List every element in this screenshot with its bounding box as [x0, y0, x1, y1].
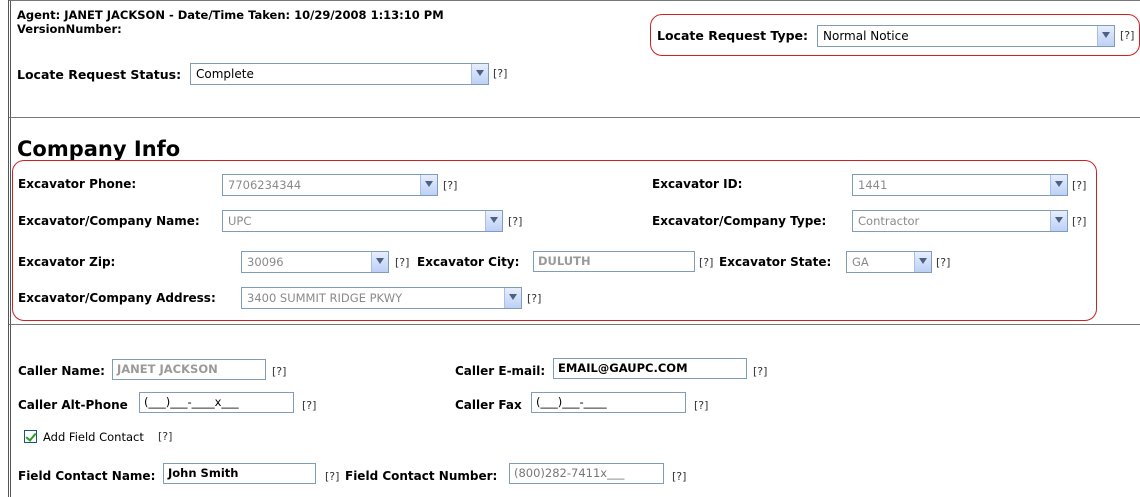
version-number-label: VersionNumber: [17, 22, 122, 36]
locate-request-type-label: Locate Request Type: [657, 28, 809, 43]
chevron-down-icon[interactable] [504, 288, 521, 308]
help-link[interactable]: [?] [325, 470, 339, 483]
help-link[interactable]: [?] [272, 365, 286, 378]
help-link[interactable]: [?] [936, 256, 950, 269]
excavator-state-select[interactable]: GA [846, 251, 932, 273]
locate-request-status-label: Locate Request Status: [17, 67, 182, 82]
caller-fax-input[interactable]: (___)___-____ [531, 392, 686, 413]
help-link[interactable]: [?] [1120, 29, 1134, 42]
locate-request-status-value: Complete [196, 67, 254, 81]
help-link[interactable]: [?] [672, 470, 686, 483]
company-type-value: Contractor [858, 214, 920, 228]
excavator-zip-label: Excavator Zip: [18, 255, 116, 269]
help-link[interactable]: [?] [508, 215, 522, 228]
caller-name-input[interactable]: JANET JACKSON [112, 359, 266, 380]
excavator-phone-value: 7706234344 [228, 178, 302, 192]
field-contact-name-input[interactable]: John Smith [163, 463, 316, 484]
help-link[interactable]: [?] [753, 365, 767, 378]
excavator-zip-select[interactable]: 30096 [241, 251, 389, 273]
divider-company [9, 324, 1140, 325]
caller-name-label: Caller Name: [18, 364, 105, 378]
chevron-down-icon[interactable] [1097, 26, 1114, 46]
company-type-select[interactable]: Contractor [852, 210, 1068, 232]
add-field-contact-checkbox[interactable] [24, 430, 37, 443]
excavator-city-label: Excavator City: [417, 255, 520, 269]
chevron-down-icon[interactable] [1050, 175, 1067, 195]
caller-fax-label: Caller Fax [455, 398, 522, 412]
help-link[interactable]: [?] [527, 292, 541, 305]
excavator-id-value: 1441 [858, 178, 888, 192]
company-type-label: Excavator/Company Type: [652, 214, 827, 228]
chevron-down-icon[interactable] [371, 252, 388, 272]
excavator-state-label: Excavator State: [719, 255, 832, 269]
agent-info: Agent: JANET JACKSON - Date/Time Taken: … [17, 8, 444, 22]
field-contact-name-label: Field Contact Name: [18, 469, 156, 483]
help-link[interactable]: [?] [443, 179, 457, 192]
excavator-zip-value: 30096 [247, 255, 284, 269]
chevron-down-icon[interactable] [1050, 211, 1067, 231]
excavator-city-input[interactable]: DULUTH [533, 251, 695, 272]
excavator-phone-select[interactable]: 7706234344 [222, 174, 438, 196]
excavator-id-label: Excavator ID: [652, 177, 743, 191]
company-address-value: 3400 SUMMIT RIDGE PKWY [247, 291, 403, 305]
help-link[interactable]: [?] [1072, 215, 1086, 228]
company-name-select[interactable]: UPC [222, 210, 503, 232]
help-link[interactable]: [?] [694, 399, 708, 412]
field-contact-number-label: Field Contact Number: [345, 469, 498, 483]
chevron-down-icon[interactable] [420, 175, 437, 195]
excavator-state-value: GA [852, 255, 869, 269]
chevron-down-icon[interactable] [485, 211, 502, 231]
company-address-select[interactable]: 3400 SUMMIT RIDGE PKWY [241, 287, 522, 309]
company-name-value: UPC [228, 214, 252, 228]
divider-header [9, 117, 1140, 118]
help-link[interactable]: [?] [302, 399, 316, 412]
chevron-down-icon[interactable] [471, 64, 488, 84]
help-link[interactable]: [?] [493, 67, 507, 80]
caller-alt-phone-label: Caller Alt-Phone [18, 398, 128, 412]
caller-email-label: Caller E-mail: [455, 364, 546, 378]
caller-email-input[interactable]: EMAIL@GAUPC.COM [553, 358, 747, 379]
field-contact-number-input[interactable]: (800)282-7411x___ [509, 463, 664, 484]
add-field-contact-label: Add Field Contact [43, 430, 144, 444]
help-link[interactable]: [?] [158, 430, 172, 443]
top-border [9, 0, 1140, 1]
company-name-label: Excavator/Company Name: [18, 214, 200, 228]
caller-alt-phone-input[interactable]: (___)___-____x___ [139, 392, 294, 413]
locate-request-type-select[interactable]: Normal Notice [817, 25, 1115, 47]
help-link[interactable]: [?] [1072, 179, 1086, 192]
excavator-id-select[interactable]: 1441 [852, 174, 1068, 196]
company-address-label: Excavator/Company Address: [18, 291, 216, 305]
help-link[interactable]: [?] [699, 256, 713, 269]
chevron-down-icon[interactable] [914, 252, 931, 272]
locate-request-type-value: Normal Notice [823, 29, 909, 43]
locate-request-status-select[interactable]: Complete [190, 63, 489, 85]
help-link[interactable]: [?] [395, 256, 409, 269]
excavator-phone-label: Excavator Phone: [18, 177, 137, 191]
company-info-title: Company Info [17, 137, 181, 161]
